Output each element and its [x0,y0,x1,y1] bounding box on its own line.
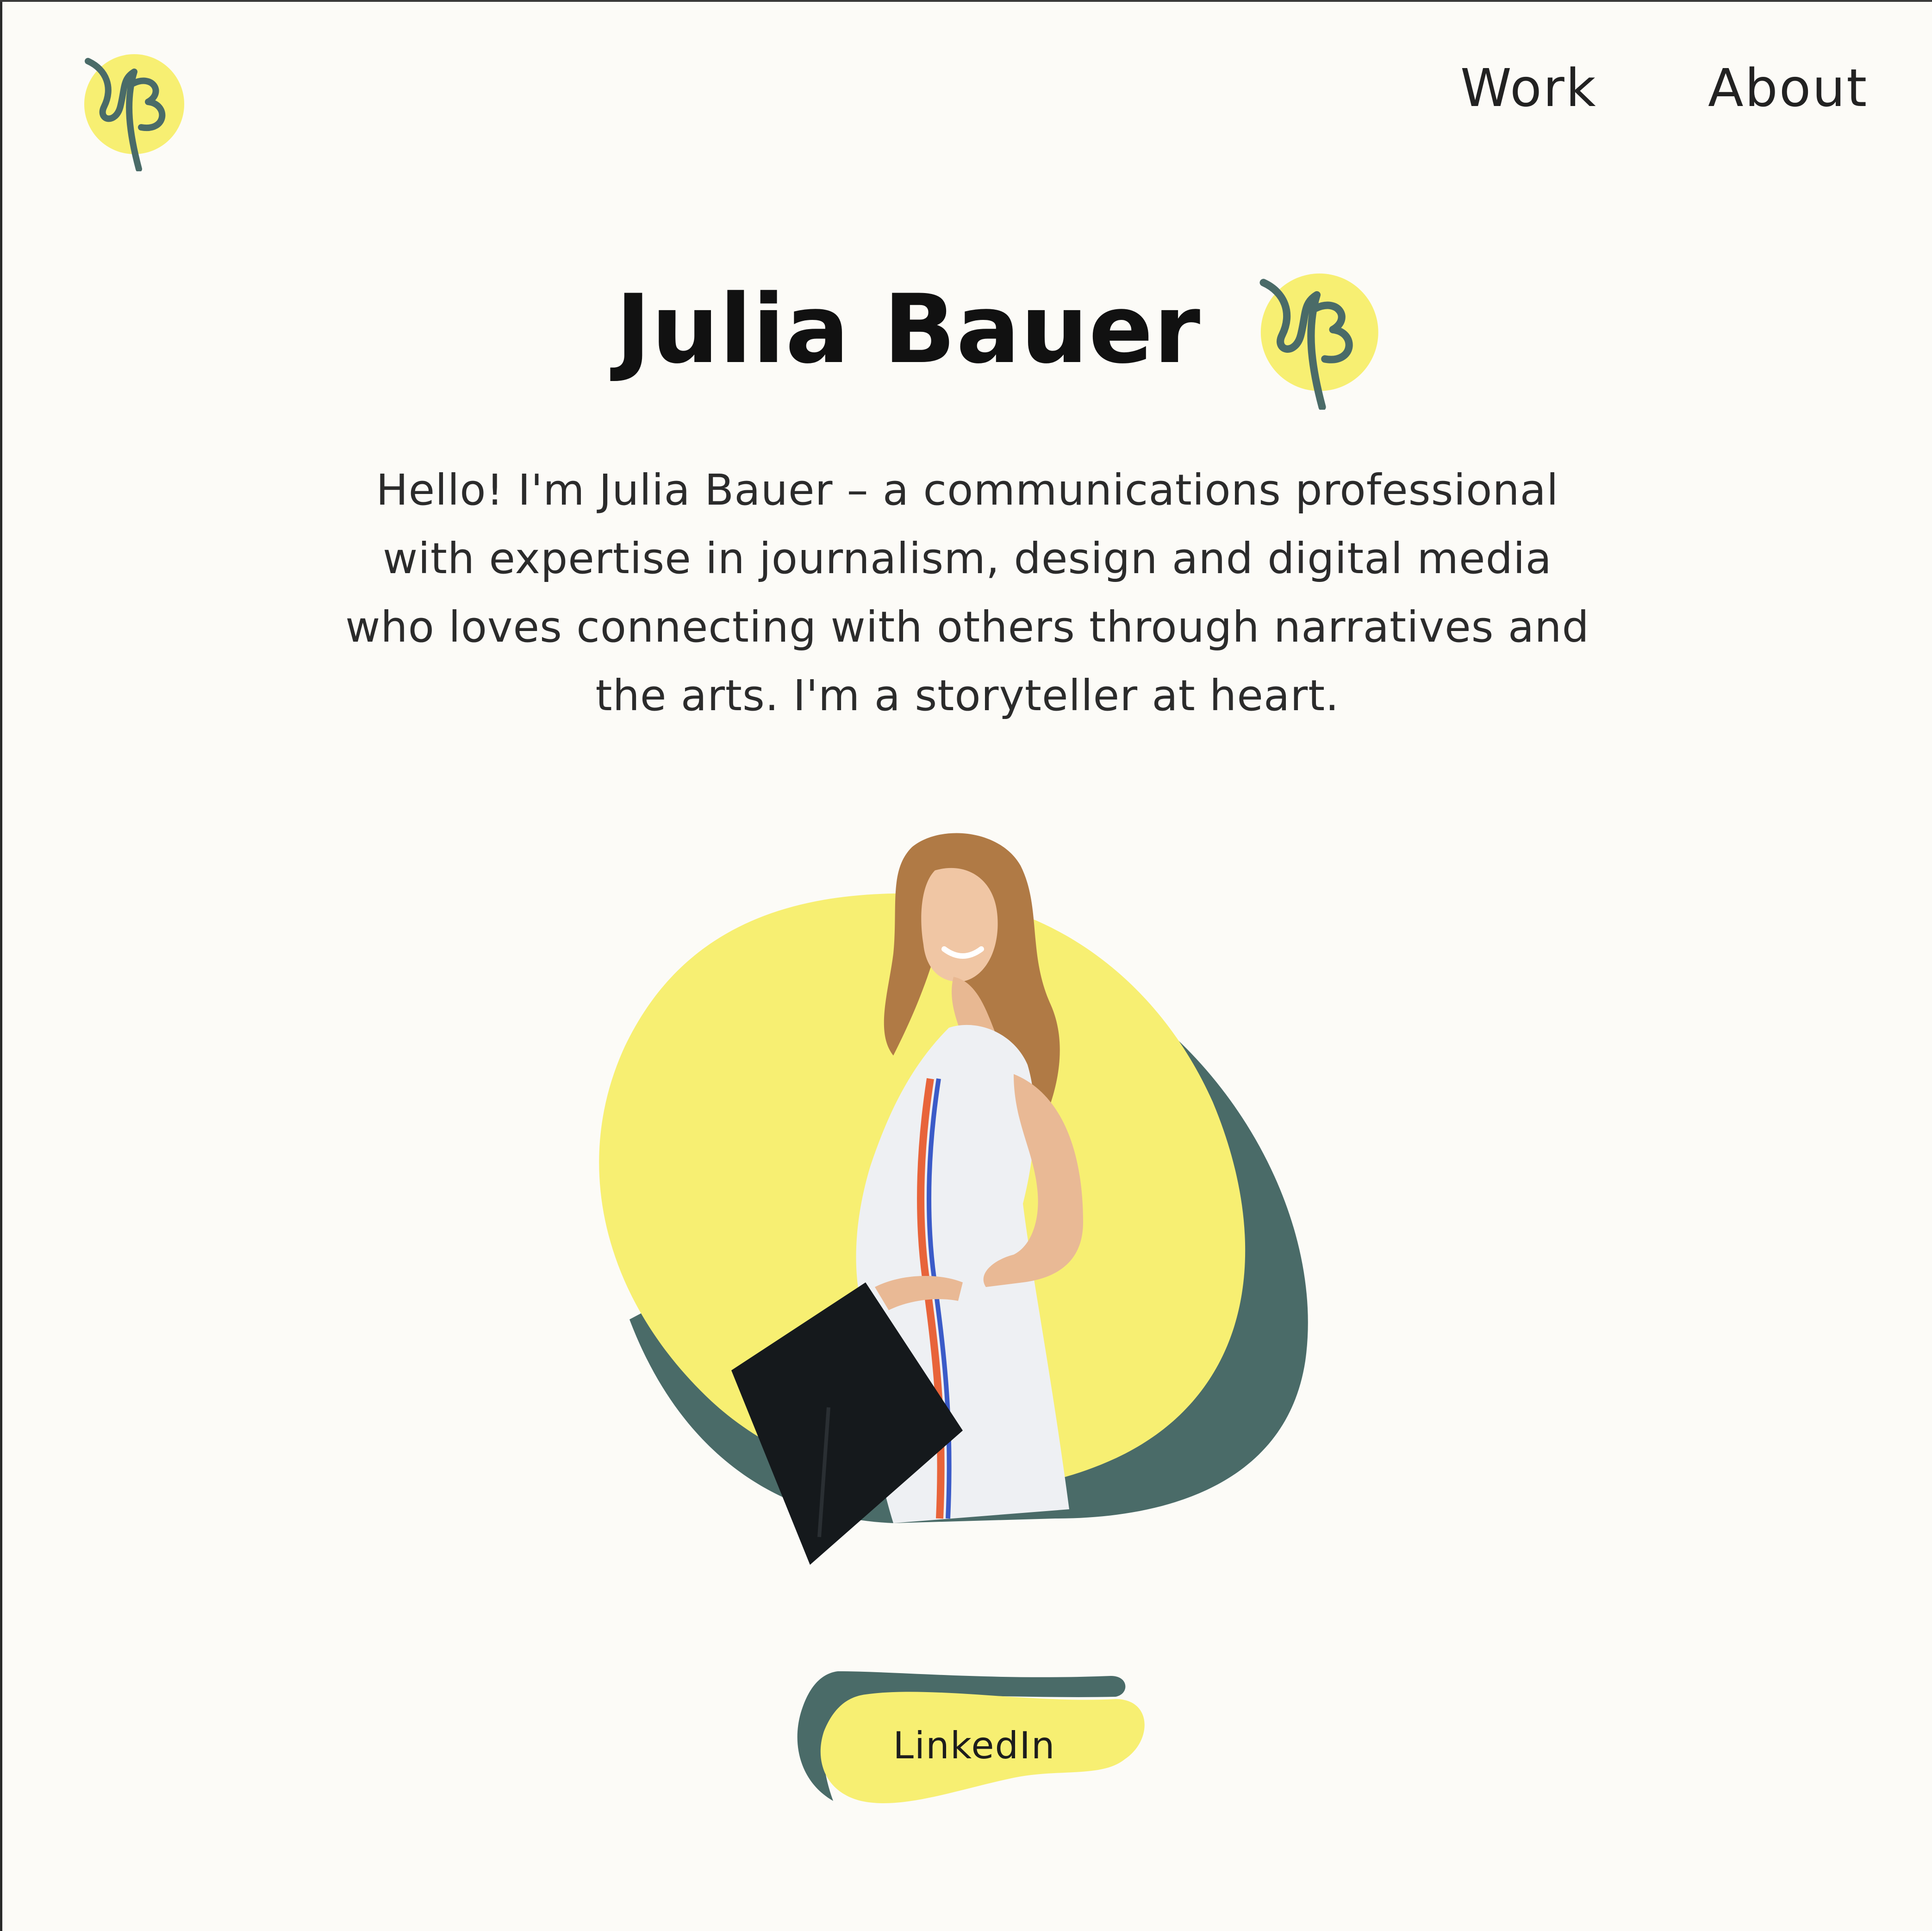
frame-edge [0,0,2,1931]
intro-line: the arts. I'm a storyteller at heart. [595,671,1340,720]
nav-work-link[interactable]: Work [1460,62,1597,114]
intro-line: who loves connecting with others through… [345,602,1589,652]
intro-line: Hello! I'm Julia Bauer – a communication… [376,465,1559,515]
jb-monogram-icon[interactable] [79,51,190,171]
intro-paragraph: Hello! I'm Julia Bauer – a communication… [259,456,1676,730]
profile-portrait [569,815,1356,1583]
jb-monogram-icon [1252,271,1382,410]
intro-line: with expertise in journalism, design and… [383,534,1552,583]
linkedin-button[interactable]: LinkedIn [782,1653,1153,1819]
frame-edge [0,0,1932,2]
page-title: Julia Bauer [616,275,1201,385]
linkedin-label: LinkedIn [893,1724,1056,1767]
nav-about-link[interactable]: About [1708,62,1868,114]
